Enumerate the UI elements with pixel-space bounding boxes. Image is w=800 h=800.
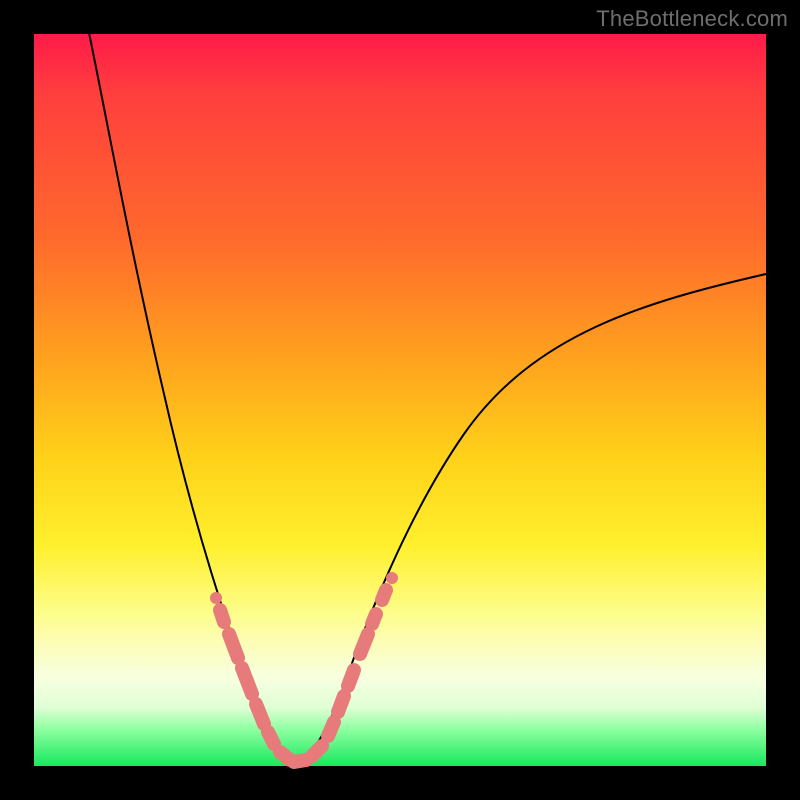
marker-bead <box>229 634 238 658</box>
chart-frame: TheBottleneck.com <box>0 0 800 800</box>
marker-bead <box>360 634 368 654</box>
marker-bead <box>338 696 344 712</box>
marker-bead <box>372 614 376 624</box>
bottleneck-curve <box>88 28 766 762</box>
marker-bead <box>242 668 252 694</box>
watermark-text: TheBottleneck.com <box>596 6 788 32</box>
marker-bead <box>220 610 224 622</box>
marker-bead <box>382 590 386 600</box>
marker-dot <box>210 592 222 604</box>
marker-bead <box>256 704 264 724</box>
marker-bead <box>312 746 322 756</box>
plot-area <box>34 34 766 766</box>
marker-bead <box>268 732 274 744</box>
marker-dot <box>386 572 398 584</box>
curve-layer <box>34 34 766 766</box>
marker-bead <box>348 670 354 686</box>
marker-bead <box>294 760 306 762</box>
marker-bead <box>328 722 334 736</box>
